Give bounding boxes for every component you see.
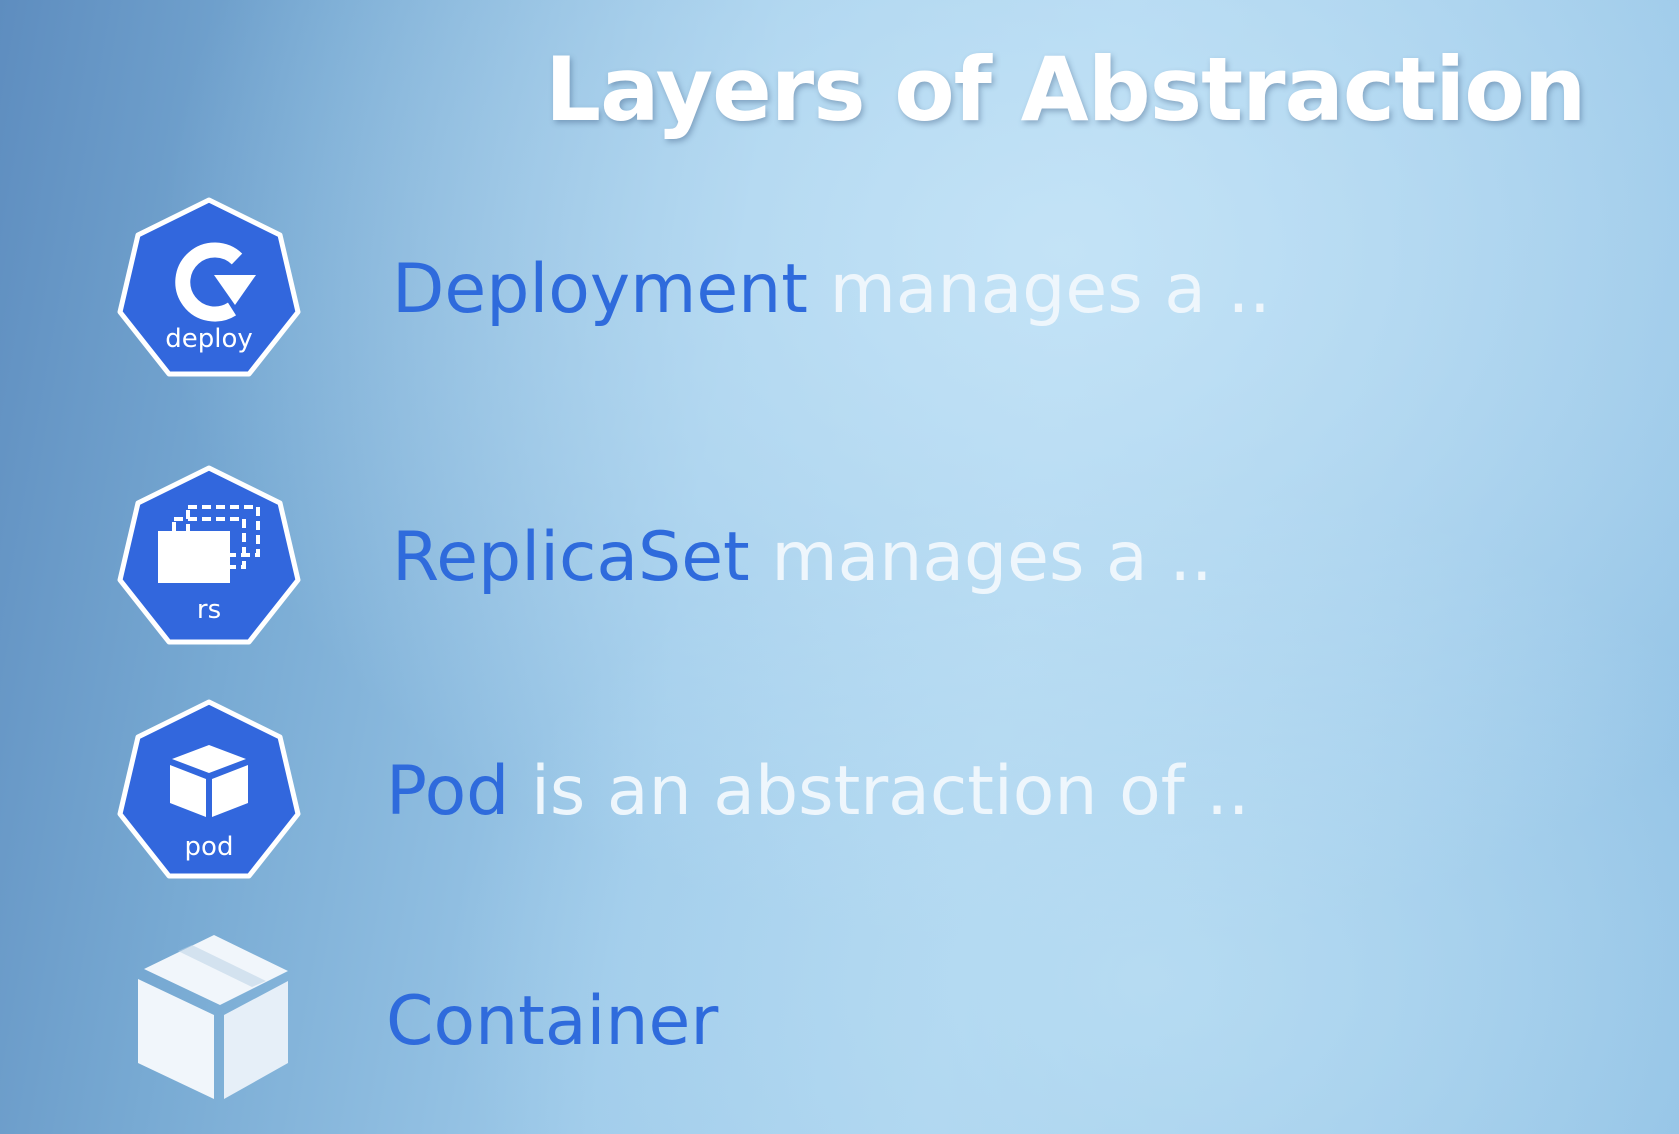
deploy-heptagon-icon: deploy (116, 195, 302, 385)
slide-title: Layers of Abstraction (545, 38, 1586, 141)
replicaset-heptagon-icon: rs (116, 463, 302, 653)
abstraction-row-container: Container (0, 927, 1679, 1117)
container-line: Container (386, 988, 718, 1056)
replicaset-keyword: ReplicaSet (392, 518, 750, 597)
container-box-icon (116, 927, 302, 1117)
abstraction-row-deployment: deploy Deployment manages a .. (0, 195, 1679, 385)
abstraction-row-replicaset: rs ReplicaSet manages a .. (0, 463, 1679, 653)
replicaset-line: ReplicaSet manages a .. (392, 524, 1213, 592)
pod-description: is an abstraction of .. (530, 752, 1250, 831)
rs-icon-label: rs (197, 595, 221, 625)
deployment-keyword: Deployment (392, 250, 808, 329)
abstraction-row-pod: pod Pod is an abstraction of .. (0, 697, 1679, 887)
replicaset-description: manages a .. (771, 518, 1213, 597)
deployment-description: manages a .. (829, 250, 1271, 329)
container-keyword: Container (386, 982, 719, 1061)
deploy-icon-label: deploy (165, 324, 253, 354)
pod-icon-label: pod (185, 832, 234, 862)
pod-heptagon-icon: pod (116, 697, 302, 887)
slide: Layers of Abstraction deploy Deployment … (0, 0, 1679, 1134)
pod-line: Pod is an abstraction of .. (386, 758, 1250, 826)
pod-keyword: Pod (386, 752, 510, 831)
deployment-line: Deployment manages a .. (392, 256, 1271, 324)
